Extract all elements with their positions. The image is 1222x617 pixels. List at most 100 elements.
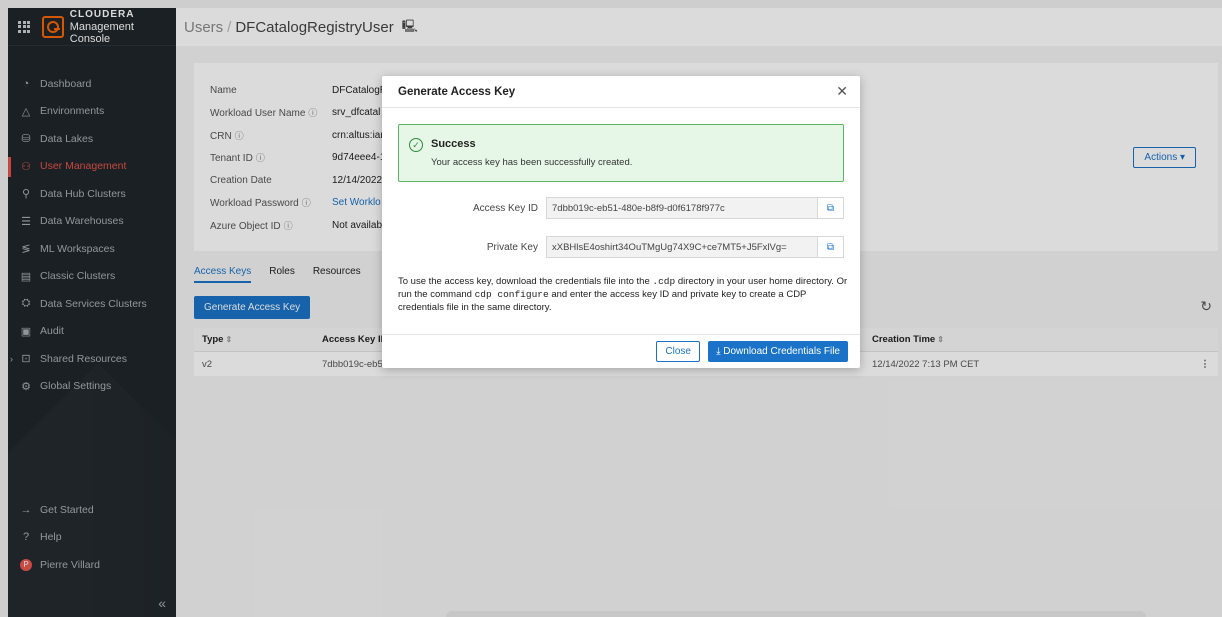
copy-private-key-icon[interactable]: ⧉	[818, 236, 844, 258]
property-row: Workload Password ⓘ Set Worklo	[210, 192, 387, 215]
sidebar-item-environments[interactable]: △ Environments	[8, 98, 176, 126]
sidebar-item-label: Data Lakes	[40, 132, 94, 145]
dialog-footer: Close ⤓ Download Credentials File	[382, 334, 860, 368]
property-row: Name DFCatalogR	[210, 79, 387, 102]
success-alert: ✓ Success Your access key has been succe…	[398, 124, 844, 182]
sidebar-nav: ◔ Dashboard △ Environments ⛁ Data Lakes ⚇ Us…	[8, 46, 176, 400]
column-header-creation-time[interactable]: Creation Time ⇕	[872, 334, 1192, 345]
download-credentials-button[interactable]: ⤓ Download Credentials File	[708, 341, 848, 362]
sidebar-item-data-warehouses[interactable]: ☰ Data Warehouses	[8, 208, 176, 236]
sidebar-item-label: Data Warehouses	[40, 215, 124, 228]
sidebar-item-label: ML Workspaces	[40, 242, 115, 255]
sidebar-item-dashboard[interactable]: ◔ Dashboard	[8, 70, 176, 98]
property-label: Name	[210, 84, 237, 96]
sidebar-item-label: Dashboard	[40, 77, 92, 90]
shared-resources-icon: ⊡	[21, 353, 31, 366]
property-label: Tenant ID	[210, 153, 253, 165]
info-icon[interactable]: ⓘ	[308, 108, 317, 118]
data-hub-icon: ⚲	[21, 188, 31, 201]
sort-icon[interactable]: ⇕	[937, 335, 944, 344]
sidebar-item-label: Classic Clusters	[40, 270, 116, 283]
sidebar-item-ml-workspaces[interactable]: ≶ ML Workspaces	[8, 235, 176, 263]
property-value: DFCatalogR	[332, 84, 388, 96]
sidebar-item-label: Get Started	[40, 503, 94, 516]
collapse-sidebar-icon[interactable]: «	[158, 595, 166, 611]
sidebar-item-global-settings[interactable]: ⚙ Global Settings	[8, 373, 176, 401]
sidebar-item-data-lakes[interactable]: ⛁ Data Lakes	[8, 125, 176, 153]
sidebar-item-label: Data Hub Clusters	[40, 187, 126, 200]
cloudera-logo-icon[interactable]	[42, 15, 64, 38]
private-key-label: Private Key	[486, 241, 538, 253]
sidebar-item-label: Help	[40, 531, 62, 544]
property-row: CRN ⓘ crn:altus:iar	[210, 124, 387, 147]
dialog-title: Generate Access Key	[398, 85, 516, 98]
property-value: srv_dfcatal	[332, 107, 381, 119]
data-warehouse-icon: ☰	[21, 215, 31, 228]
sidebar-item-audit[interactable]: ▣ Audit	[8, 318, 176, 346]
property-label: Azure Object ID	[210, 220, 281, 232]
sidebar: CLOUDERA Management Console ◔ Dashboard △…	[8, 8, 176, 617]
property-value: 12/14/2022	[332, 174, 383, 186]
private-key-row: Private Key xXBHlsE4oshirt34OuTMgUg74X9C…	[398, 236, 844, 258]
row-menu-icon[interactable]: ⋮	[1192, 359, 1218, 370]
sidebar-item-label: Environments	[40, 105, 105, 118]
brand-name: CLOUDERA	[69, 8, 135, 20]
chevron-right-icon[interactable]: ›	[10, 354, 13, 364]
app-grid-icon[interactable]	[18, 20, 30, 33]
generate-access-key-button[interactable]: Generate Access Key	[194, 296, 311, 319]
sidebar-item-get-started[interactable]: → Get Started	[8, 496, 176, 524]
access-key-id-field[interactable]: 7dbb019c-eb51-480e-b8f9-d0f6178f977c	[546, 197, 818, 219]
sidebar-item-classic-clusters[interactable]: ▤ Classic Clusters	[8, 263, 176, 291]
tab-roles[interactable]: Roles	[269, 266, 295, 283]
header-label: Type	[202, 334, 224, 345]
property-label: CRN	[210, 130, 232, 142]
sidebar-item-data-services-clusters[interactable]: ⛭ Data Services Clusters	[8, 290, 176, 318]
breadcrumb-separator: /	[227, 18, 232, 36]
page-title: DFCatalogRegistryUser	[235, 18, 394, 36]
close-icon[interactable]: ✕	[836, 83, 848, 100]
private-key-field[interactable]: xXBHlsE4oshirt34OuTMgUg74X9C+ce7MT5+J5Fx…	[546, 236, 818, 258]
sidebar-item-user-profile[interactable]: P Pierre Villard	[8, 551, 176, 579]
sidebar-item-data-hub-clusters[interactable]: ⚲ Data Hub Clusters	[8, 180, 176, 208]
info-icon[interactable]: ⓘ	[302, 198, 311, 208]
cell-type: v2	[202, 358, 213, 370]
sidebar-item-user-management[interactable]: ⚇ User Management	[8, 153, 176, 181]
sort-icon[interactable]: ⇕	[225, 335, 232, 344]
refresh-icon[interactable]: ↻	[1200, 298, 1212, 315]
info-icon[interactable]: ⓘ	[235, 131, 244, 141]
tab-resources[interactable]: Resources	[313, 266, 361, 283]
tab-access-keys[interactable]: Access Keys	[194, 266, 252, 283]
info-icon[interactable]: ⓘ	[284, 221, 293, 231]
page-header: Users / DFCatalogRegistryUser 🖳	[176, 8, 1222, 46]
breadcrumb-users[interactable]: Users	[184, 19, 223, 36]
generate-access-key-dialog: Generate Access Key ✕ ✓ Success Your acc…	[382, 76, 860, 368]
sidebar-item-shared-resources[interactable]: › ⊡ Shared Resources	[8, 345, 176, 373]
ml-workspaces-icon: ≶	[21, 243, 31, 256]
actions-button[interactable]: Actions ▾	[1133, 147, 1196, 168]
environments-icon: △	[21, 105, 31, 118]
users-icon: ⚇	[21, 160, 31, 173]
sidebar-item-label: Pierre Villard	[40, 558, 100, 571]
info-icon[interactable]: ⓘ	[256, 153, 265, 163]
property-value: 9d74eee4-1	[332, 152, 386, 164]
close-button[interactable]: Close	[656, 341, 700, 362]
property-row: Creation Date 12/14/2022	[210, 169, 387, 192]
brand-text[interactable]: CLOUDERA Management Console	[70, 9, 176, 45]
set-workload-password-link[interactable]: Set Worklo	[332, 197, 381, 208]
copy-access-key-icon[interactable]: ⧉	[818, 197, 844, 219]
sidebar-item-help[interactable]: ? Help	[8, 524, 176, 552]
property-label: Workload Password	[210, 198, 299, 210]
sidebar-item-label: Data Services Clusters	[40, 297, 147, 310]
column-header-type[interactable]: Type ⇕	[194, 334, 322, 345]
classic-clusters-icon: ▤	[20, 270, 32, 283]
property-row: Azure Object ID ⓘ Not availab	[210, 214, 387, 237]
data-services-icon: ⛭	[21, 297, 31, 310]
sidebar-item-label: User Management	[40, 160, 127, 173]
tab-bar: Access Keys Roles Resources	[194, 266, 379, 283]
sidebar-item-label: Shared Resources	[40, 352, 127, 365]
credentials-instructions: To use the access key, download the cred…	[398, 276, 848, 313]
cell-creation-time: 12/14/2022 7:13 PM CET	[872, 358, 980, 370]
header-label: Creation Time	[872, 334, 936, 345]
sidebar-item-label: Global Settings	[40, 380, 112, 393]
horizontal-scrollbar[interactable]	[446, 611, 1146, 617]
